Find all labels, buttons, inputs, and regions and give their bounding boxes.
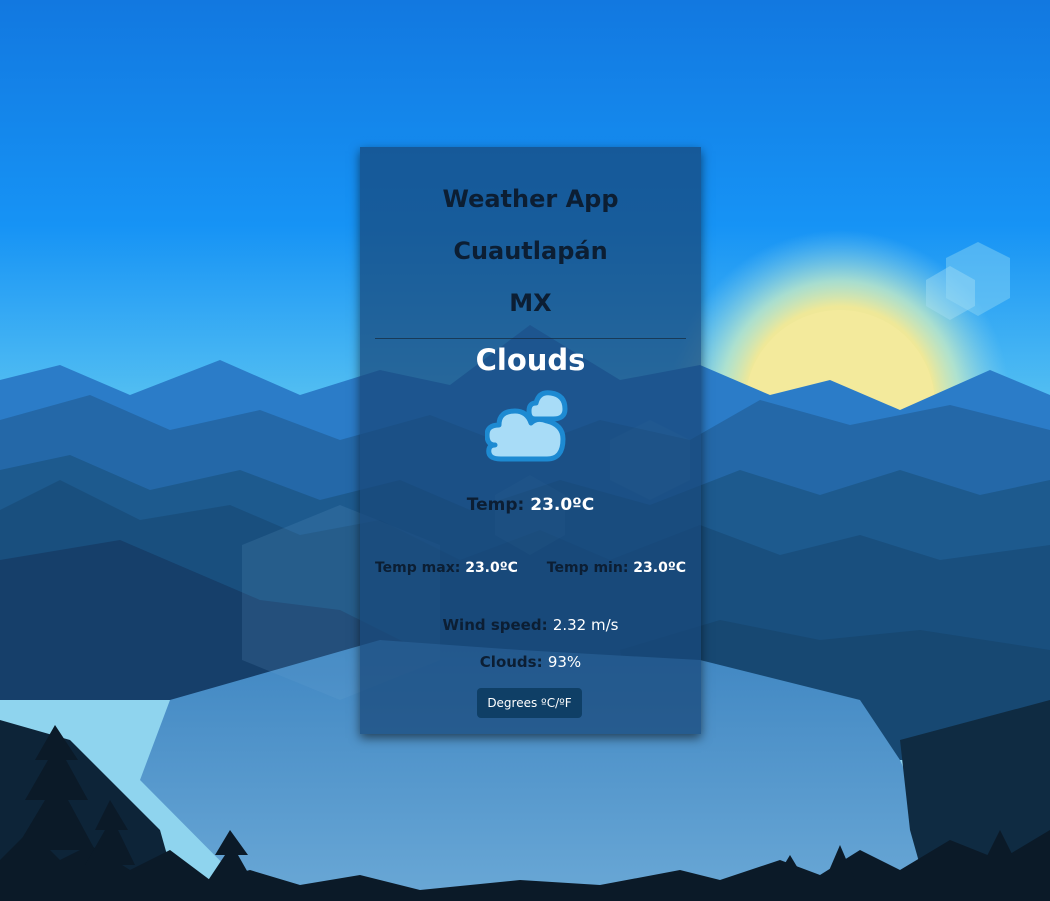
temp-max-value: 23.0ºC bbox=[465, 560, 518, 576]
divider bbox=[375, 338, 686, 339]
wind-label: Wind speed: bbox=[442, 616, 548, 634]
temp-max: Temp max: 23.0ºC bbox=[375, 560, 518, 576]
toggle-units-button[interactable]: Degrees ºC/ºF bbox=[477, 688, 582, 718]
wind-value: 2.32 m/s bbox=[552, 616, 619, 634]
temp-min-label: Temp min: bbox=[546, 560, 629, 576]
temperature: Temp: 23.0ºC bbox=[360, 495, 701, 515]
temp-value: 23.0ºC bbox=[530, 495, 595, 515]
clouds-icon bbox=[485, 390, 568, 462]
cloudiness: Clouds: 93% bbox=[360, 653, 701, 671]
weather-description: Clouds bbox=[475, 343, 586, 377]
city-name: Cuautlapán bbox=[453, 237, 608, 265]
temp-min-value: 23.0ºC bbox=[633, 560, 687, 576]
weather-card: Weather App Cuautlapán MX Clouds Temp: 2… bbox=[360, 147, 701, 734]
wind-speed: Wind speed: 2.32 m/s bbox=[360, 616, 701, 634]
temp-max-label: Temp max: bbox=[374, 560, 461, 576]
temp-range: Temp max: 23.0ºC Temp min: 23.0ºC bbox=[360, 560, 701, 576]
temp-min: Temp min: 23.0ºC bbox=[547, 560, 686, 576]
temp-label: Temp: bbox=[466, 495, 525, 515]
clouds-label: Clouds: bbox=[479, 653, 543, 671]
app-title: Weather App bbox=[442, 185, 619, 213]
clouds-value: 93% bbox=[547, 653, 582, 671]
country-code: MX bbox=[509, 289, 552, 317]
